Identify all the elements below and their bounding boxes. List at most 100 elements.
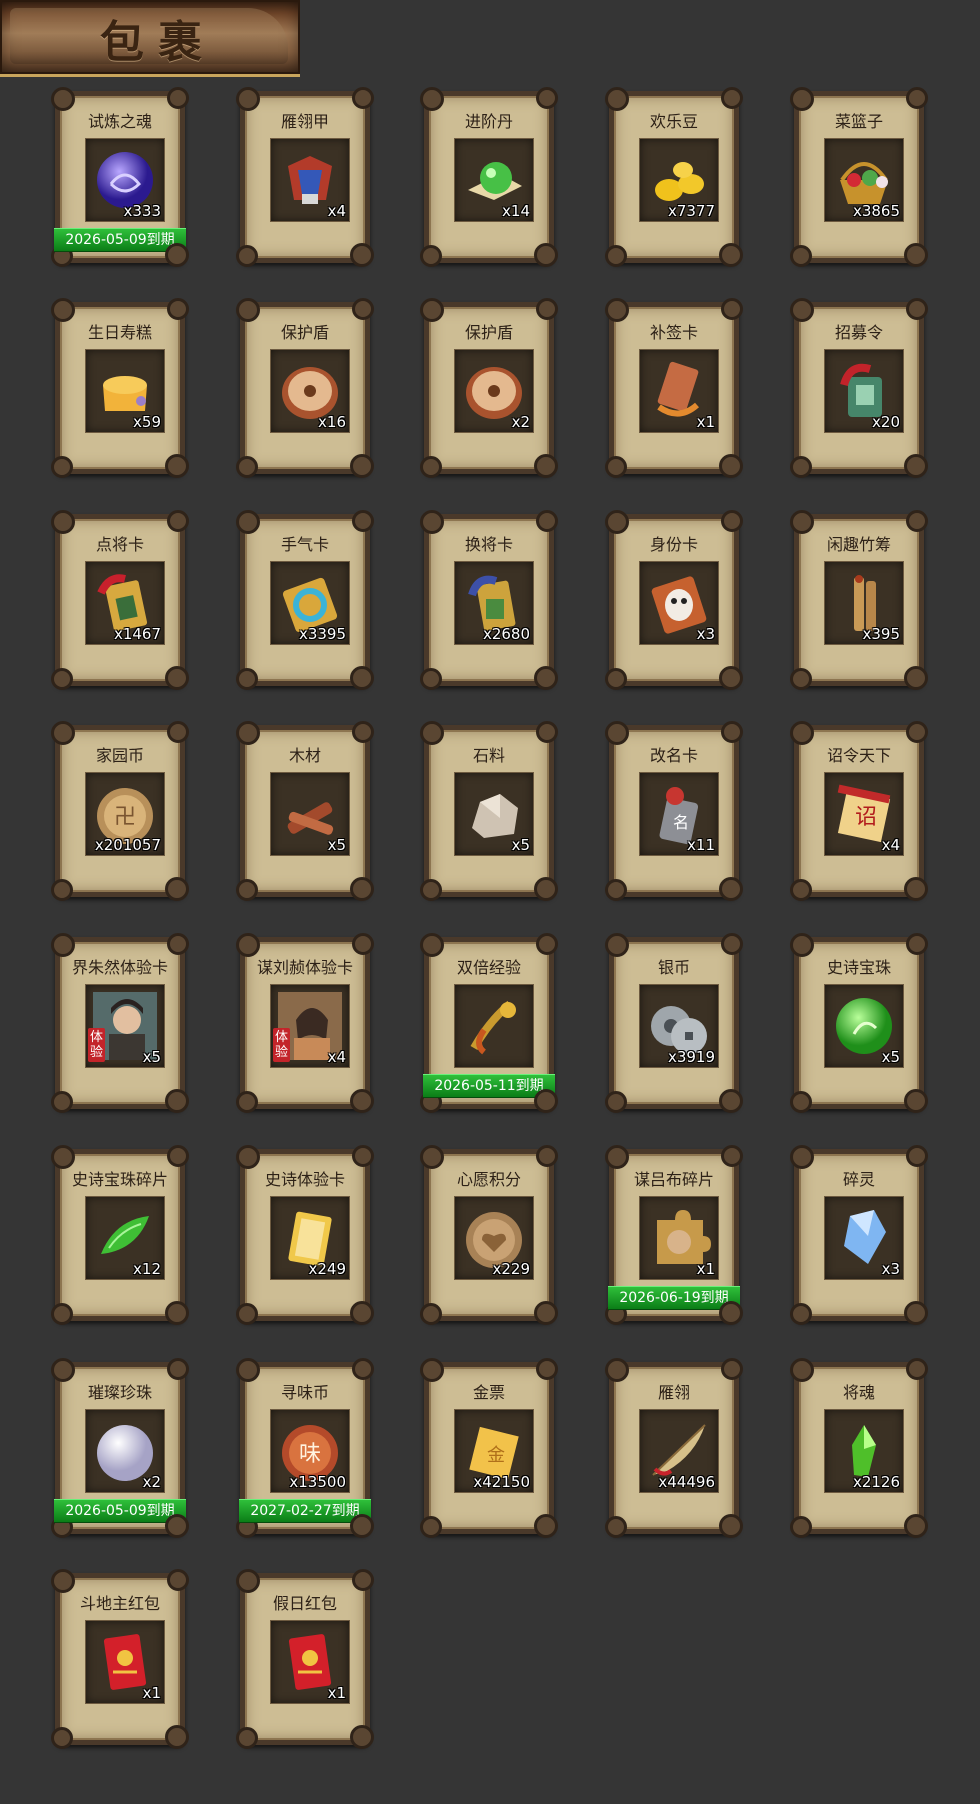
- inventory-item-card[interactable]: 雁翎 x44496: [605, 1358, 743, 1538]
- inventory-item-card[interactable]: 点将卡 x1467: [51, 510, 189, 690]
- inventory-item-card[interactable]: 家园币卍 x201057: [51, 721, 189, 901]
- item-name: 假日红包: [272, 1594, 337, 1613]
- inventory-item-card[interactable]: 谋吕布碎片 x1 2026-06-19到期: [605, 1145, 743, 1325]
- card-corner-ornament: [536, 721, 558, 743]
- card-corner-ornament: [906, 510, 928, 532]
- item-count: x2680: [482, 625, 530, 643]
- card-corner-ornament: [167, 721, 189, 743]
- item-count: x16: [318, 413, 346, 431]
- inventory-item-card[interactable]: 欢乐豆 x7377: [605, 87, 743, 267]
- inventory-item-card[interactable]: 生日寿糕 x59: [51, 298, 189, 478]
- item-name: 手气卡: [280, 535, 329, 554]
- card-corner-ornament: [721, 1145, 743, 1167]
- expiry-date-bar: 2026-05-09到期: [54, 228, 186, 252]
- svg-text:味: 味: [299, 1442, 321, 1467]
- card-corner-ornament: [352, 1145, 374, 1167]
- inventory-item-card[interactable]: 补签卡 x1: [605, 298, 743, 478]
- inventory-item-card[interactable]: 闲趣竹筹 x395: [790, 510, 928, 690]
- inventory-item-card[interactable]: 身份卡 x3: [605, 510, 743, 690]
- item-count: x3919: [667, 1048, 715, 1066]
- expiry-date-bar: 2026-05-09到期: [54, 1499, 186, 1523]
- card-corner-ornament: [236, 1303, 258, 1325]
- card-corner-ornament: [236, 668, 258, 690]
- card-corner-ornament: [352, 510, 374, 532]
- item-icon-frame: x20: [824, 349, 904, 433]
- item-icon-frame: x2: [454, 349, 534, 433]
- card-corner-ornament: [167, 1145, 189, 1167]
- item-count: x44496: [658, 1473, 715, 1491]
- inventory-item-card[interactable]: 银币 x3919: [605, 933, 743, 1113]
- item-count: x229: [492, 1260, 530, 1278]
- item-icon-frame: x249: [270, 1196, 350, 1280]
- inventory-item-card[interactable]: 换将卡 x2680: [420, 510, 558, 690]
- inventory-item-card[interactable]: 假日红包 x1: [236, 1569, 374, 1749]
- item-count: x3395: [298, 625, 346, 643]
- item-count: x1: [696, 1260, 715, 1278]
- item-name: 家园币: [95, 746, 144, 765]
- card-corner-ornament: [236, 1091, 258, 1113]
- inventory-item-card[interactable]: 寻味币味 x13500 2027-02-27到期: [236, 1358, 374, 1538]
- inventory-item-card[interactable]: 招募令 x20: [790, 298, 928, 478]
- inventory-item-card[interactable]: 史诗宝珠碎片 x12: [51, 1145, 189, 1325]
- item-name: 心愿积分: [456, 1170, 521, 1189]
- item-name: 史诗宝珠: [826, 958, 891, 977]
- item-name: 银币: [657, 958, 690, 977]
- inventory-item-card[interactable]: 改名卡名 x11: [605, 721, 743, 901]
- item-icon-frame: x395: [824, 561, 904, 645]
- inventory-item-card[interactable]: 保护盾 x16: [236, 298, 374, 478]
- item-count: x3: [696, 625, 715, 643]
- item-name: 雁翎甲: [280, 112, 329, 131]
- card-corner-ornament: [536, 933, 558, 955]
- item-count: x1467: [113, 625, 161, 643]
- item-icon-frame: x14: [454, 138, 534, 222]
- card-corner-ornament: [51, 456, 73, 478]
- item-count: x4: [881, 836, 900, 854]
- item-icon-frame: x1: [85, 1620, 165, 1704]
- item-name: 欢乐豆: [649, 112, 698, 131]
- item-icon-frame: 诏 x4: [824, 772, 904, 856]
- card-corner-ornament: [352, 87, 374, 109]
- item-count: x1: [327, 1684, 346, 1702]
- inventory-item-card[interactable]: 璀璨珍珠 x2 2026-05-09到期: [51, 1358, 189, 1538]
- inventory-item-card[interactable]: 保护盾 x2: [420, 298, 558, 478]
- inventory-item-card[interactable]: 进阶丹 x14: [420, 87, 558, 267]
- item-count: x5: [511, 836, 530, 854]
- inventory-item-card[interactable]: 手气卡 x3395: [236, 510, 374, 690]
- item-count: x333: [123, 202, 161, 220]
- item-name: 生日寿糕: [87, 323, 152, 342]
- item-name: 闲趣竹筹: [826, 535, 891, 554]
- card-corner-ornament: [790, 668, 812, 690]
- inventory-item-card[interactable]: 菜篮子 x3865: [790, 87, 928, 267]
- inventory-item-card[interactable]: 斗地主红包 x1: [51, 1569, 189, 1749]
- item-icon-frame: x3: [824, 1196, 904, 1280]
- item-name: 寻味币: [280, 1383, 329, 1402]
- inventory-item-card[interactable]: 诏令天下诏 x4: [790, 721, 928, 901]
- inventory-item-card[interactable]: 雁翎甲 x4: [236, 87, 374, 267]
- item-count: x3865: [852, 202, 900, 220]
- inventory-item-card[interactable]: 木材 x5: [236, 721, 374, 901]
- inventory-grid: 试炼之魂 x333 2026-05-09到期 雁翎甲 x4 进阶丹 x14 欢乐豆 x7377 菜…: [0, 0, 980, 1804]
- inventory-item-card[interactable]: 史诗宝珠 x5: [790, 933, 928, 1113]
- double-exp-icon: [460, 990, 528, 1062]
- item-name: 谋刘赪体验卡: [256, 958, 353, 977]
- inventory-item-card[interactable]: 心愿积分 x229: [420, 1145, 558, 1325]
- inventory-item-card[interactable]: 界朱然体验卡 体验 x5: [51, 933, 189, 1113]
- inventory-item-card[interactable]: 将魂 x2126: [790, 1358, 928, 1538]
- inventory-item-card[interactable]: 试炼之魂 x333 2026-05-09到期: [51, 87, 189, 267]
- svg-text:名: 名: [673, 813, 689, 832]
- inventory-item-card[interactable]: 碎灵 x3: [790, 1145, 928, 1325]
- inventory-item-card[interactable]: 双倍经验 2026-05-11到期: [420, 933, 558, 1113]
- inventory-item-card[interactable]: 谋刘赪体验卡 体验 x4: [236, 933, 374, 1113]
- inventory-item-card[interactable]: 金票金 x42150: [420, 1358, 558, 1538]
- item-icon-frame: x5: [824, 984, 904, 1068]
- card-corner-ornament: [721, 87, 743, 109]
- item-name: 招募令: [834, 323, 883, 342]
- item-count: x201057: [94, 836, 161, 854]
- card-corner-ornament: [536, 298, 558, 320]
- item-count: x5: [142, 1048, 161, 1066]
- inventory-item-card[interactable]: 石料 x5: [420, 721, 558, 901]
- item-icon-frame: x3395: [270, 561, 350, 645]
- item-icon-frame: x16: [270, 349, 350, 433]
- inventory-item-card[interactable]: 史诗体验卡 x249: [236, 1145, 374, 1325]
- item-name: 金票: [472, 1383, 505, 1402]
